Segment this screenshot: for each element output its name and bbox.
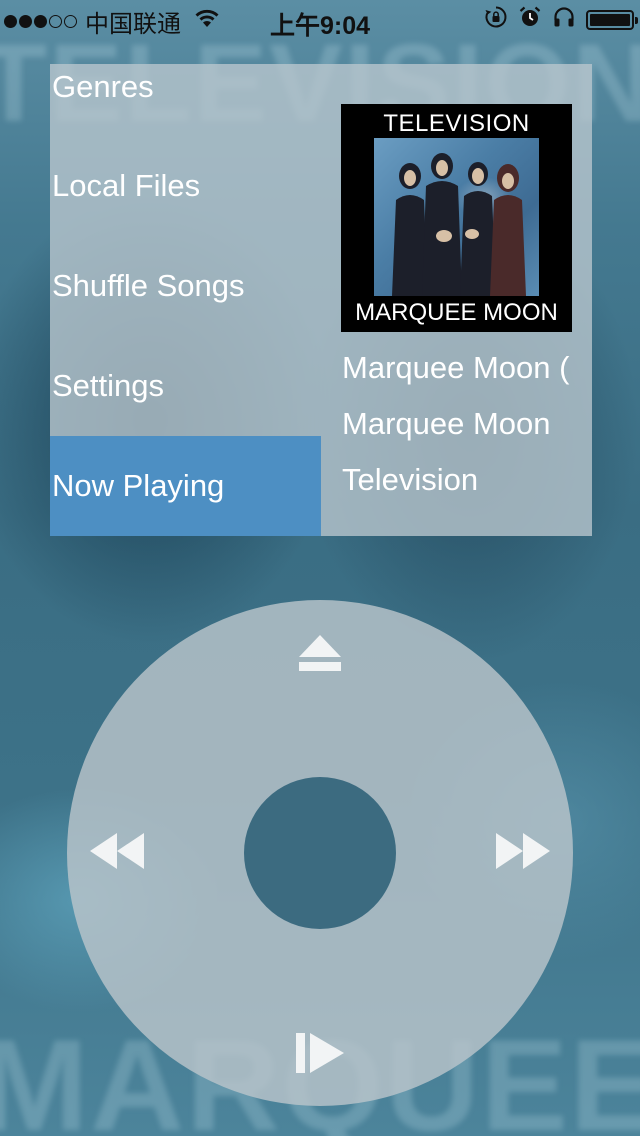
album-art-band-name: TELEVISION [383, 110, 530, 137]
library-panel: Genres Local Files Shuffle Songs Setting… [50, 64, 592, 536]
menu-item-label: Local Files [52, 168, 201, 203]
center-select-button[interactable] [244, 777, 396, 929]
menu-item-settings[interactable]: Settings [50, 336, 321, 436]
album-art-album-name: MARQUEE MOON [355, 299, 558, 326]
rewind-icon [88, 831, 146, 876]
play-pause-icon [294, 1031, 346, 1080]
play-pause-button[interactable] [280, 1020, 360, 1090]
previous-button[interactable] [77, 818, 157, 888]
rotation-lock-icon [484, 5, 508, 36]
main-menu: Genres Local Files Shuffle Songs Setting… [50, 64, 321, 536]
album-title: Marquee Moon [342, 406, 551, 441]
fast-forward-icon [494, 831, 552, 876]
menu-item-shuffle-songs[interactable]: Shuffle Songs [50, 236, 321, 336]
eject-button[interactable] [280, 620, 360, 690]
headphones-icon [552, 5, 576, 36]
menu-item-genres[interactable]: Genres [50, 42, 321, 132]
song-title: Marquee Moon ( [342, 350, 570, 385]
status-right [484, 5, 638, 36]
battery-icon [586, 10, 638, 30]
artist-name: Television [342, 462, 479, 497]
click-wheel[interactable] [67, 600, 573, 1106]
status-bar: 中国联通 上午9:04 [0, 0, 640, 40]
menu-item-label: Now Playing [52, 468, 225, 503]
alarm-icon [518, 5, 542, 36]
next-button[interactable] [483, 818, 563, 888]
menu-item-label: Shuffle Songs [52, 268, 245, 303]
menu-item-now-playing[interactable]: Now Playing [50, 436, 321, 536]
menu-item-local-files[interactable]: Local Files [50, 136, 321, 236]
album-art: TELEVISION MARQUEE MOON [341, 104, 572, 332]
menu-item-label: Settings [52, 368, 165, 403]
eject-icon [297, 633, 343, 678]
menu-item-label: Genres [52, 69, 154, 104]
album-art-photo [374, 138, 539, 296]
battery-fill [590, 14, 630, 26]
